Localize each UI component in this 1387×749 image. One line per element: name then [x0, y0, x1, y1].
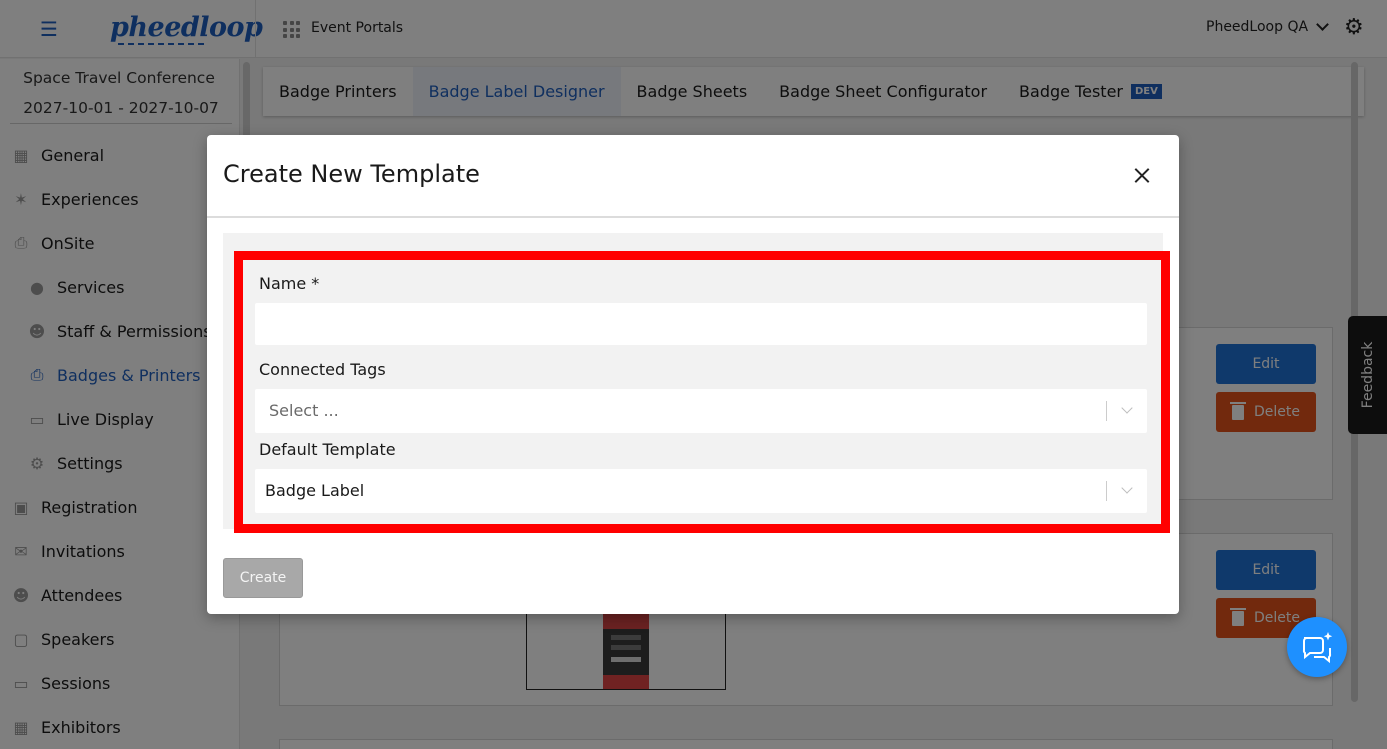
modal-header: Create New Template	[207, 135, 1179, 218]
chat-bubbles-icon	[1302, 632, 1333, 664]
close-icon[interactable]	[1130, 164, 1154, 188]
highlight-box	[234, 251, 1170, 533]
chat-launcher-button[interactable]	[1287, 617, 1347, 677]
create-template-modal: Create New Template Name * Connected Tag…	[207, 135, 1179, 614]
modal-title: Create New Template	[223, 160, 480, 188]
create-button[interactable]: Create	[223, 558, 303, 598]
